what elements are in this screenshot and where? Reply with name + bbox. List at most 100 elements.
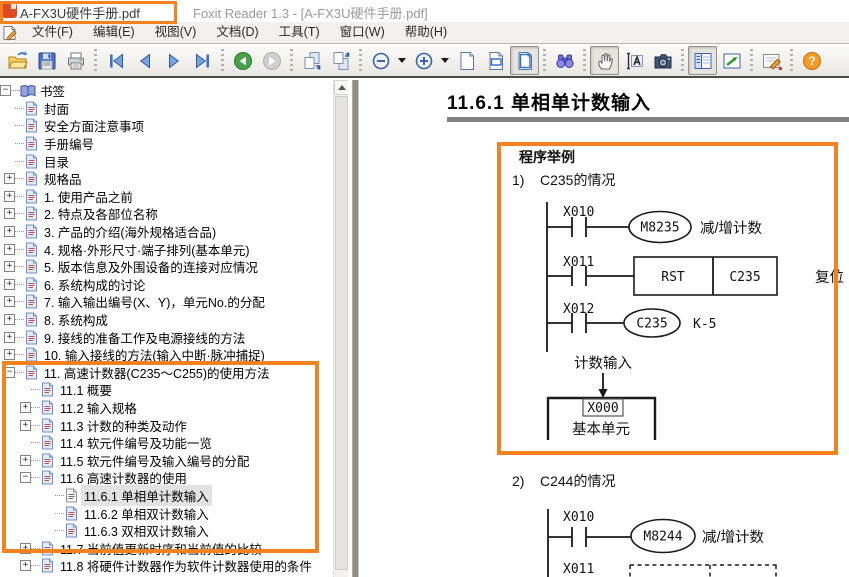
page-icon (24, 277, 41, 292)
menu-window[interactable]: 窗口(W) (330, 22, 395, 43)
bookmark-item[interactable]: 11.1 概要 (0, 381, 333, 399)
expand-icon[interactable]: + (4, 296, 15, 307)
fit-page-button[interactable] (510, 46, 539, 75)
find-button[interactable] (550, 46, 579, 75)
child-window-icon[interactable] (2, 25, 18, 41)
next-page-button[interactable] (159, 46, 188, 75)
zoom-out-icon (370, 50, 392, 72)
zoom-out-button[interactable] (366, 46, 395, 75)
bookmark-label[interactable]: 11.8 将硬件计数器作为软件计数器使用的条件 (57, 555, 315, 576)
menu-edit[interactable]: 编辑(E) (83, 22, 145, 43)
chevron-down-icon (441, 58, 449, 63)
case1-number: 1) (512, 172, 540, 188)
menu-view[interactable]: 视图(V) (145, 22, 207, 43)
expand-icon[interactable]: + (4, 349, 15, 360)
scrollbar-thumb[interactable] (335, 96, 348, 570)
menu-document[interactable]: 文档(D) (206, 22, 268, 43)
contact-label: X010 (563, 510, 594, 525)
snapshot-button[interactable] (648, 46, 677, 75)
expand-icon[interactable]: + (20, 402, 31, 413)
bookmarks-panel-icon (692, 50, 714, 72)
note-tool-button[interactable] (757, 46, 786, 75)
page-icon (24, 118, 41, 133)
bookmark-item[interactable]: −11. 高速计数器(C235～C255)的使用方法 (0, 364, 333, 382)
expand-icon[interactable]: + (20, 420, 31, 431)
app-icon (2, 3, 17, 18)
case1-title: C235的情况 (540, 172, 615, 188)
previous-view-button[interactable] (297, 46, 326, 75)
tree-connector (31, 548, 40, 549)
go-forward-button[interactable] (257, 46, 286, 75)
expand-icon[interactable]: + (20, 543, 31, 554)
expand-icon[interactable]: + (4, 314, 15, 325)
bookmarks-scrollbar[interactable] (333, 80, 348, 577)
ladder-diagram-c244: X010 M8244 减/增计数 X011 (500, 495, 845, 577)
scroll-up-button[interactable] (334, 80, 349, 95)
window-title: Foxit Reader 1.3 - [A-FX3U硬件手册.pdf] (193, 3, 428, 22)
menu-help[interactable]: 帮助(H) (395, 22, 457, 43)
expand-icon[interactable]: + (4, 173, 15, 184)
expand-icon[interactable]: + (4, 332, 15, 343)
fit-width-button[interactable] (481, 46, 510, 75)
page-icon (24, 224, 41, 239)
page-icon (24, 312, 41, 327)
first-page-icon (105, 50, 127, 72)
tree-connector (15, 231, 24, 232)
expand-icon[interactable]: + (4, 208, 15, 219)
bookmark-item[interactable]: +11.8 将硬件计数器作为软件计数器使用的条件 (0, 557, 333, 575)
rung-comment: 减/增计数 (700, 220, 763, 237)
menu-file[interactable]: 文件(F) (22, 22, 83, 43)
menu-tools[interactable]: 工具(T) (269, 22, 330, 43)
previous-page-button[interactable] (130, 46, 159, 75)
first-page-button[interactable] (101, 46, 130, 75)
open-button[interactable] (3, 46, 32, 75)
save-button[interactable] (32, 46, 61, 75)
last-page-button[interactable] (188, 46, 217, 75)
actual-size-button[interactable] (452, 46, 481, 75)
page-icon (24, 154, 41, 169)
panel-splitter[interactable] (348, 80, 362, 577)
zoom-in-icon (413, 50, 435, 72)
select-text-button[interactable] (619, 46, 648, 75)
toolbar-separator (583, 49, 586, 73)
heading-rule (447, 117, 849, 122)
hand-tool-button[interactable] (590, 46, 619, 75)
toolbar-separator (790, 49, 793, 73)
document-tab[interactable]: A-FX3U硬件手册.pdf (20, 3, 140, 22)
rung-comment: 复位 (815, 268, 844, 286)
hand-icon (594, 50, 616, 72)
toolbar-separator (221, 49, 224, 73)
forward-icon (261, 50, 283, 72)
expand-icon[interactable]: + (4, 261, 15, 272)
toolbar-separator (681, 49, 684, 73)
tree-connector (15, 178, 24, 179)
zoom-in-dropdown[interactable] (438, 47, 452, 74)
dashed-instruction-box (630, 565, 777, 577)
go-back-button[interactable] (228, 46, 257, 75)
back-icon (232, 50, 254, 72)
print-button[interactable] (61, 46, 90, 75)
page-icon (24, 136, 41, 151)
open-link-button[interactable] (717, 46, 746, 75)
expand-icon[interactable]: + (4, 279, 15, 290)
page-icon (24, 347, 41, 362)
program-example-title: 程序举例 (519, 147, 575, 167)
tree-connector (15, 249, 24, 250)
expand-icon[interactable]: + (20, 560, 31, 571)
case2-title: C244的情况 (540, 473, 615, 489)
help-button[interactable]: ? (797, 46, 826, 75)
zoom-out-dropdown[interactable] (395, 47, 409, 74)
expand-icon[interactable]: + (4, 191, 15, 202)
zoom-in-button[interactable] (409, 46, 438, 75)
toolbar-separator (750, 49, 753, 73)
collapse-icon[interactable]: − (20, 472, 31, 483)
expand-icon[interactable]: + (4, 244, 15, 255)
collapse-icon[interactable]: − (0, 85, 11, 96)
collapse-icon[interactable]: − (4, 367, 15, 378)
expand-icon[interactable]: + (4, 226, 15, 237)
tree-connector (15, 319, 24, 320)
menu-bar: 文件(F) 编辑(E) 视图(V) 文档(D) 工具(T) 窗口(W) 帮助(H… (0, 22, 849, 44)
next-view-button[interactable] (326, 46, 355, 75)
expand-icon[interactable]: + (20, 455, 31, 466)
bookmarks-panel-button[interactable] (688, 46, 717, 75)
